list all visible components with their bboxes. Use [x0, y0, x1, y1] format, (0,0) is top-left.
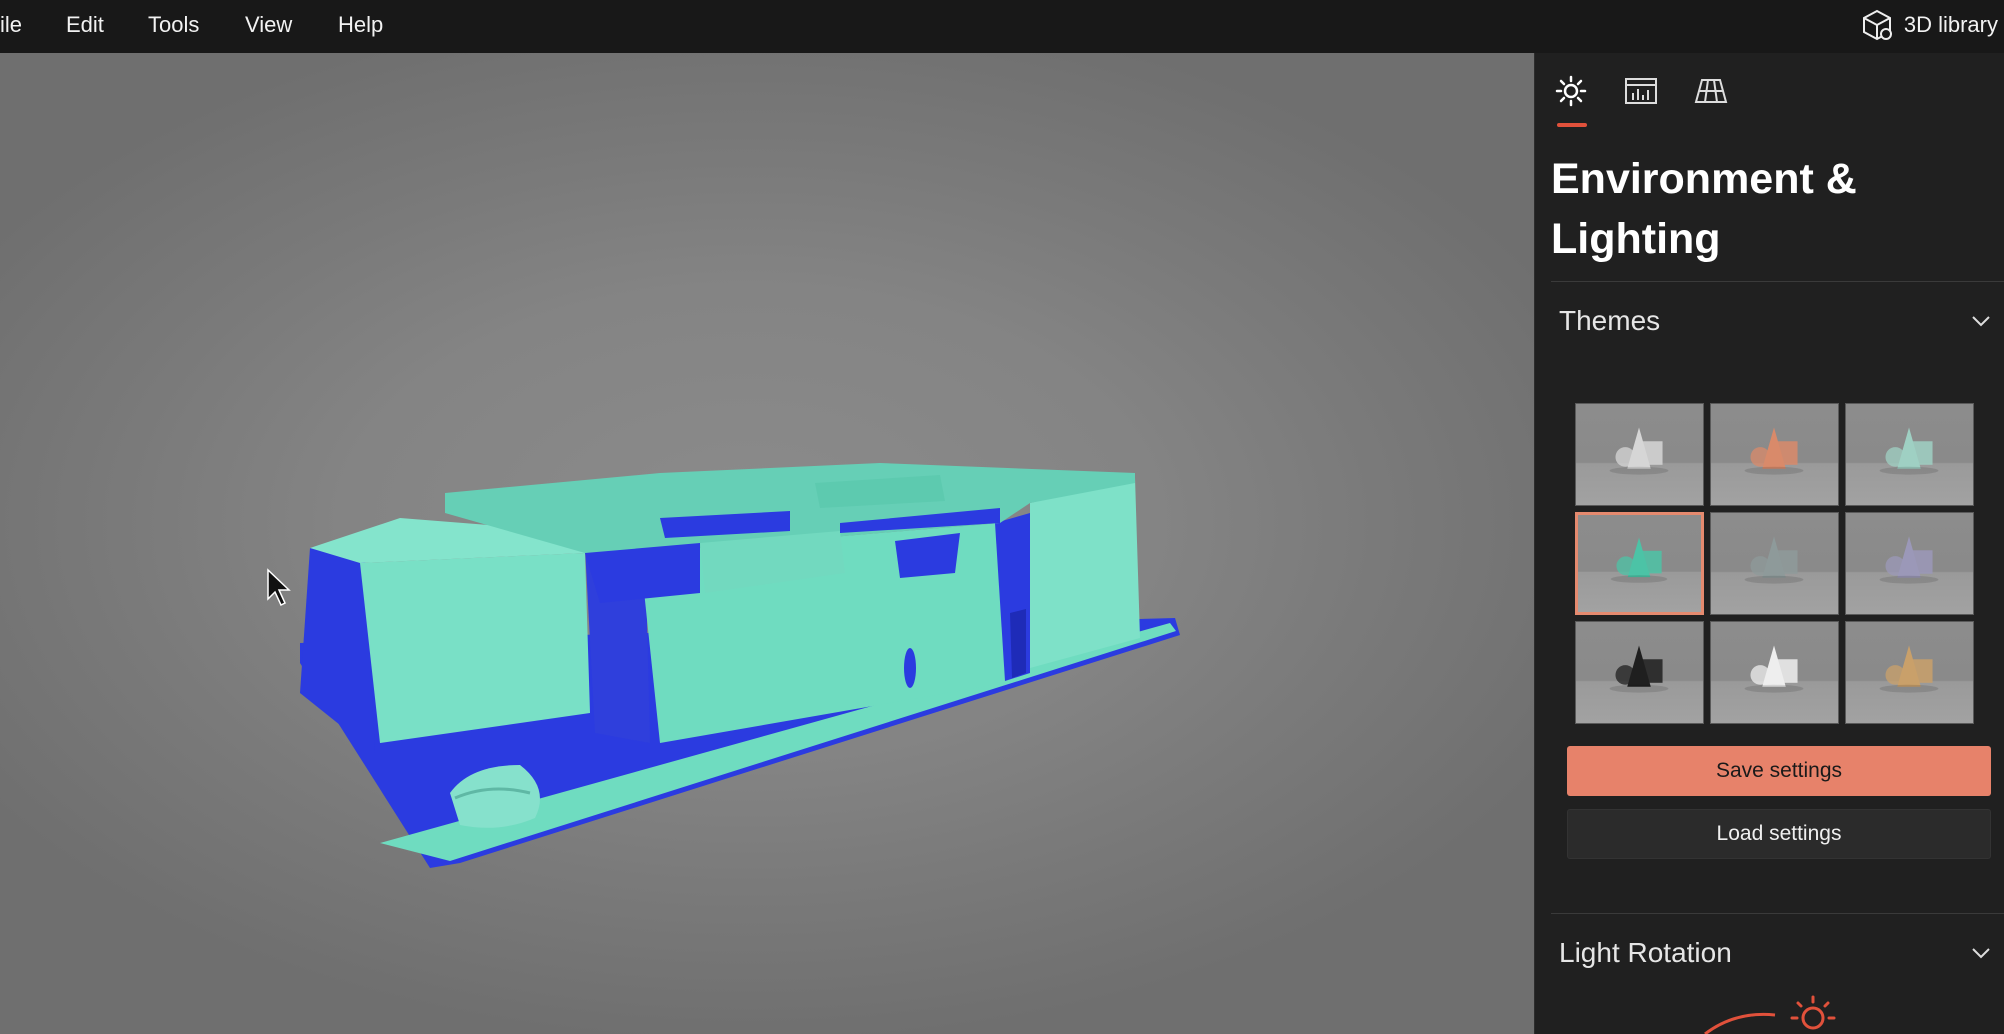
sun-icon — [1555, 75, 1587, 107]
theme-preview-shapes — [1744, 645, 1804, 693]
theme-thumbnail[interactable] — [1845, 512, 1974, 615]
light-rotation-label: Light Rotation — [1559, 937, 1732, 968]
load-settings-button[interactable]: Load settings — [1567, 809, 1991, 859]
mouse-cursor-icon — [267, 568, 291, 607]
divider — [1551, 913, 2004, 914]
save-settings-button[interactable]: Save settings — [1567, 746, 1991, 796]
theme-thumbnail[interactable] — [1710, 621, 1839, 724]
theme-preview-shapes — [1610, 537, 1668, 583]
tab-stats[interactable] — [1619, 71, 1663, 111]
3d-library-button[interactable]: 3D library — [1860, 8, 1998, 42]
light-rotation-section-header[interactable]: Light Rotation — [1559, 933, 1991, 973]
theme-preview-shapes — [1879, 536, 1939, 584]
menu-edit[interactable]: Edit — [66, 12, 104, 38]
menu-help[interactable]: Help — [338, 12, 383, 38]
menu-view[interactable]: View — [245, 12, 292, 38]
stats-icon — [1625, 78, 1657, 104]
theme-preview-shapes — [1744, 536, 1804, 584]
menu-file[interactable]: ile — [0, 12, 22, 38]
divider — [1551, 281, 2004, 282]
theme-preview-shapes — [1744, 427, 1804, 475]
cube-icon — [1862, 9, 1892, 41]
side-panel: Environment & Lighting Themes Save setti… — [1534, 53, 2004, 1034]
theme-thumbnail[interactable] — [1845, 403, 1974, 506]
house-model[interactable] — [300, 463, 1180, 868]
menu-tools[interactable]: Tools — [148, 12, 199, 38]
panel-tabs — [1549, 71, 1733, 127]
themes-label: Themes — [1559, 305, 1661, 336]
theme-preview-shapes — [1609, 427, 1669, 475]
themes-grid — [1575, 403, 1975, 724]
theme-thumbnail[interactable] — [1575, 512, 1704, 615]
theme-thumbnail[interactable] — [1575, 621, 1704, 724]
sun-icon — [1790, 995, 1836, 1030]
tab-grid[interactable] — [1689, 71, 1733, 111]
theme-preview-shapes — [1879, 645, 1939, 693]
tab-environment[interactable] — [1549, 71, 1593, 127]
chevron-down-icon — [1972, 316, 1990, 327]
3d-viewport[interactable] — [0, 53, 1534, 1034]
theme-thumbnail[interactable] — [1575, 403, 1704, 506]
theme-thumbnail[interactable] — [1845, 621, 1974, 724]
3d-library-label: 3D library — [1903, 12, 1998, 37]
panel-title: Environment & Lighting — [1551, 155, 1857, 263]
light-rotation-dial[interactable] — [1695, 993, 1855, 1034]
grid-icon — [1694, 79, 1728, 103]
theme-preview-shapes — [1609, 645, 1669, 693]
themes-section-header[interactable]: Themes — [1559, 301, 1991, 341]
theme-thumbnail[interactable] — [1710, 403, 1839, 506]
chevron-down-icon — [1972, 948, 1990, 959]
menu-bar: ile Edit Tools View Help 3D library — [0, 0, 2004, 53]
theme-thumbnail[interactable] — [1710, 512, 1839, 615]
theme-preview-shapes — [1879, 427, 1939, 475]
